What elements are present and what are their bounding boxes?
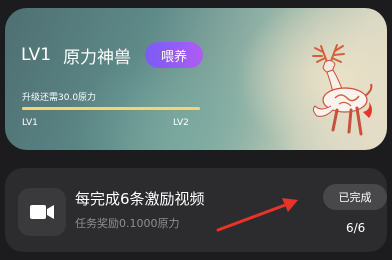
pet-name: 原力神兽 bbox=[63, 47, 132, 68]
task-progress-count: 6/6 bbox=[346, 221, 366, 235]
pet-title-row: LV1 原力神兽 喂养 bbox=[21, 42, 204, 68]
completed-button[interactable]: 已完成 bbox=[323, 184, 387, 210]
level-end-label: LV2 bbox=[173, 118, 189, 128]
level-progress-fill bbox=[22, 107, 200, 110]
level-start-label: LV1 bbox=[22, 118, 38, 128]
level-progress-bar bbox=[22, 107, 200, 110]
upgrade-requirement: 升级还需30.0原力 bbox=[22, 93, 97, 103]
task-card: 每完成6条激励视频 任务奖励0.1000原力 已完成 6/6 bbox=[5, 168, 387, 252]
deer-illustration bbox=[312, 44, 373, 136]
task-reward: 任务奖励0.1000原力 bbox=[75, 217, 180, 230]
video-icon-tile bbox=[18, 188, 66, 236]
pet-card: LV1 原力神兽 喂养 升级还需30.0原力 LV1 LV2 bbox=[5, 8, 387, 150]
feed-button[interactable]: 喂养 bbox=[145, 42, 204, 68]
task-title: 每完成6条激励视频 bbox=[75, 190, 205, 208]
video-camera-icon bbox=[30, 205, 54, 219]
pet-level: LV1 bbox=[21, 45, 52, 65]
